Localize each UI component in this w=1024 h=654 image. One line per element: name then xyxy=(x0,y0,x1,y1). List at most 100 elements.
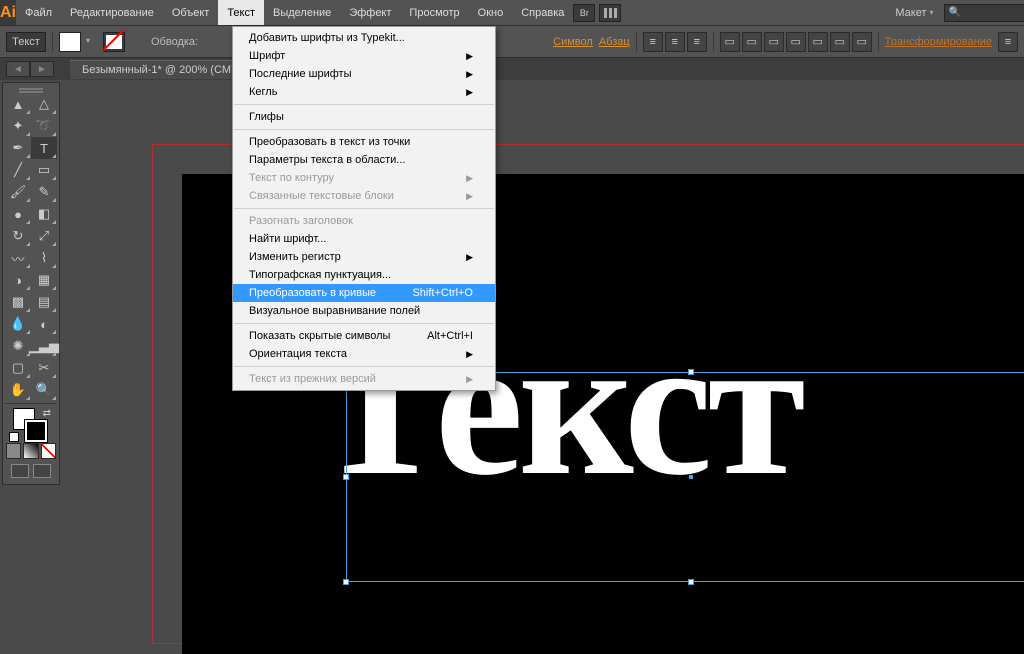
menu-item[interactable]: Найти шрифт... xyxy=(233,230,495,248)
dist-h-icon[interactable]: ▭ xyxy=(786,32,806,52)
menu-объект[interactable]: Объект xyxy=(163,0,218,25)
menu-item[interactable]: Шрифт▶ xyxy=(233,47,495,65)
menu-item[interactable]: Добавить шрифты из Typekit... xyxy=(233,29,495,47)
selection-tool[interactable]: ▲ xyxy=(5,93,31,115)
blob-tool[interactable]: ● xyxy=(5,203,31,225)
lasso-tool[interactable]: ➰ xyxy=(31,115,57,137)
align-bot-icon[interactable]: ▭ xyxy=(764,32,784,52)
menu-item: Связанные текстовые блоки▶ xyxy=(233,187,495,205)
fill-stroke[interactable]: ⇄ xyxy=(5,406,57,442)
color-mode-none[interactable] xyxy=(41,443,56,459)
distribute-buttons: ▭ ▭ ▭ ▭ ▭ ▭ ▭ xyxy=(720,32,872,52)
menu-выделение[interactable]: Выделение xyxy=(264,0,340,25)
align-art-icon[interactable]: ▭ xyxy=(852,32,872,52)
scale-tool[interactable]: ⤢ xyxy=(31,225,57,247)
color-mode-solid[interactable] xyxy=(6,443,21,459)
rotate-tool[interactable]: ↻ xyxy=(5,225,31,247)
color-mode-gradient[interactable] xyxy=(23,443,38,459)
options-menu-icon[interactable]: ≡ xyxy=(998,32,1018,52)
menu-item[interactable]: Ориентация текста▶ xyxy=(233,345,495,363)
handle-bl[interactable] xyxy=(343,579,349,585)
align-center-icon[interactable]: ≡ xyxy=(665,32,685,52)
fill-swatch[interactable] xyxy=(59,32,81,52)
direct-select-tool[interactable]: △ xyxy=(31,93,57,115)
line-tool[interactable]: ╱ xyxy=(5,159,31,181)
rect-tool[interactable]: ▭ xyxy=(31,159,57,181)
default-fs[interactable] xyxy=(9,432,19,442)
workspace-switcher[interactable]: Макет xyxy=(889,7,939,19)
swap-icon[interactable]: ⇄ xyxy=(43,408,51,419)
panel-grip[interactable] xyxy=(5,85,57,93)
menu-item[interactable]: Кегль▶ xyxy=(233,83,495,101)
eyedrop-tool[interactable]: 💧 xyxy=(5,313,31,335)
menu-item[interactable]: Преобразовать в текст из точки xyxy=(233,133,495,151)
gradient-tool[interactable]: ▤ xyxy=(31,291,57,313)
menu-эффект[interactable]: Эффект xyxy=(340,0,400,25)
menubar-right: Br Макет — □ × xyxy=(573,0,1024,25)
menu-item[interactable]: Параметры текста в области... xyxy=(233,151,495,169)
menu-текст[interactable]: Текст xyxy=(218,0,264,25)
menu-справка[interactable]: Справка xyxy=(512,0,573,25)
artboard-tool[interactable]: ▢ xyxy=(5,357,31,379)
tool-label: Текст xyxy=(6,32,46,52)
center-point[interactable] xyxy=(689,475,693,479)
menu-item[interactable]: Глифы xyxy=(233,108,495,126)
width-tool[interactable]: 〰 xyxy=(5,247,31,269)
options-bar: Текст Обводка: Символ Абзац ≡ ≡ ≡ ▭ ▭ ▭ … xyxy=(0,26,1024,58)
blend-tool[interactable]: ◐ xyxy=(31,313,57,335)
menu-item[interactable]: Последние шрифты▶ xyxy=(233,65,495,83)
hand-tool[interactable]: ✋ xyxy=(5,379,31,401)
brush-tool[interactable]: 🖌 xyxy=(5,181,31,203)
perspective-tool[interactable]: ▦ xyxy=(31,269,57,291)
symbol-panel-link[interactable]: Символ xyxy=(553,36,593,48)
mesh-tool[interactable]: ▩ xyxy=(5,291,31,313)
menu-item[interactable]: Преобразовать в кривыеShift+Ctrl+O xyxy=(233,284,495,302)
screen-normal[interactable] xyxy=(11,464,29,478)
warp-tool[interactable]: ⌇ xyxy=(31,247,57,269)
shape-builder-tool[interactable]: ◑ xyxy=(5,269,31,291)
document-tabbar: ◄ ► Безымянный-1* @ 200% (CMYK/П xyxy=(0,58,1024,80)
menu-item[interactable]: Визуальное выравнивание полей xyxy=(233,302,495,320)
eraser-tool[interactable]: ◧ xyxy=(31,203,57,225)
menu-item[interactable]: Типографская пунктуация... xyxy=(233,266,495,284)
zoom-tool[interactable]: 🔍 xyxy=(31,379,57,401)
menu-просмотр[interactable]: Просмотр xyxy=(400,0,468,25)
menu-item[interactable]: Показать скрытые символыAlt+Ctrl+I xyxy=(233,327,495,345)
stroke-box[interactable] xyxy=(25,420,47,442)
align-vmid-icon[interactable]: ▭ xyxy=(742,32,762,52)
menu-файл[interactable]: Файл xyxy=(16,0,61,25)
handle-ml[interactable] xyxy=(343,474,349,480)
dist-sp-icon[interactable]: ▭ xyxy=(830,32,850,52)
wand-tool[interactable]: ✦ xyxy=(5,115,31,137)
align-top-icon[interactable]: ▭ xyxy=(720,32,740,52)
pencil-tool[interactable]: ✎ xyxy=(31,181,57,203)
graph-tool[interactable]: ▁▃▅ xyxy=(31,335,57,357)
arrange-docs-button[interactable] xyxy=(599,4,621,22)
transform-panel-link[interactable]: Трансформирование xyxy=(885,36,992,48)
search-input[interactable] xyxy=(944,4,1024,22)
handle-tm[interactable] xyxy=(688,369,694,375)
align-left-icon[interactable]: ≡ xyxy=(643,32,663,52)
align-right-icon[interactable]: ≡ xyxy=(687,32,707,52)
bridge-button[interactable]: Br xyxy=(573,4,595,22)
type-tool[interactable]: T xyxy=(31,137,57,159)
stroke-none-swatch[interactable] xyxy=(103,32,125,52)
paragraph-panel-link[interactable]: Абзац xyxy=(599,36,630,48)
menu-items: ФайлРедактированиеОбъектТекстВыделениеЭф… xyxy=(16,0,573,25)
menu-окно[interactable]: Окно xyxy=(469,0,513,25)
nav-fwd-button[interactable]: ► xyxy=(30,61,54,77)
menu-item[interactable]: Изменить регистр▶ xyxy=(233,248,495,266)
slice-tool[interactable]: ✂ xyxy=(31,357,57,379)
menubar: Ai ФайлРедактированиеОбъектТекстВыделени… xyxy=(0,0,1024,26)
dist-v-icon[interactable]: ▭ xyxy=(808,32,828,52)
handle-bm[interactable] xyxy=(688,579,694,585)
menu-редактирование[interactable]: Редактирование xyxy=(61,0,163,25)
nav-back-button[interactable]: ◄ xyxy=(6,61,30,77)
screen-full[interactable] xyxy=(33,464,51,478)
color-modes xyxy=(5,442,57,460)
canvas[interactable]: Текст xyxy=(64,82,1022,577)
pen-tool[interactable]: ✒ xyxy=(5,137,31,159)
symbol-spray-tool[interactable]: ✺ xyxy=(5,335,31,357)
selection-box[interactable] xyxy=(346,372,1024,582)
stroke-label: Обводка: xyxy=(151,36,198,48)
